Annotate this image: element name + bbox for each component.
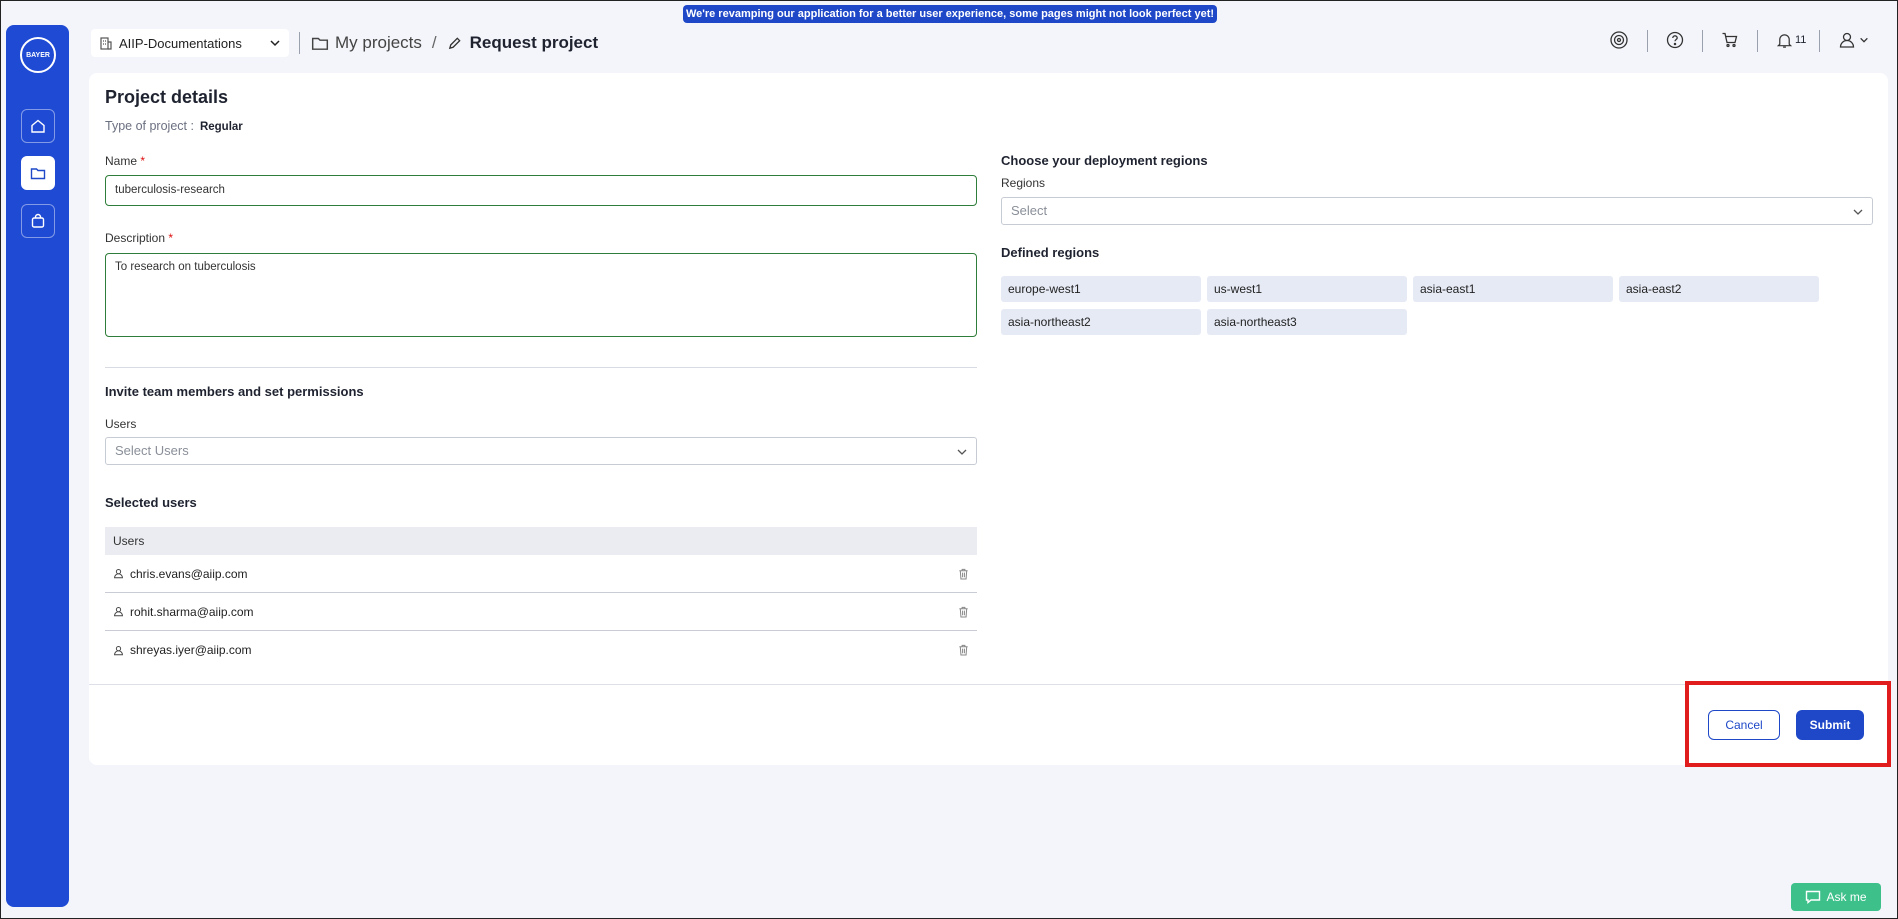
region-chip: us-west1 (1207, 276, 1407, 302)
announcement-banner: We're revamping our application for a be… (683, 5, 1217, 23)
table-row: shreyas.iyer@aiip.com (105, 631, 977, 669)
trash-icon[interactable] (958, 568, 969, 580)
region-chip: asia-northeast2 (1001, 309, 1201, 335)
home-icon (31, 119, 45, 133)
divider (1757, 30, 1758, 52)
selected-users-title: Selected users (105, 495, 197, 510)
divider (1819, 30, 1820, 52)
description-textarea[interactable]: To research on tuberculosis (105, 253, 977, 337)
settings-button[interactable] (1609, 29, 1629, 51)
description-label: Description * (105, 231, 173, 245)
regions-select[interactable]: Select (1001, 197, 1873, 225)
project-type-row: Type of project : Regular (105, 119, 243, 133)
sidebar-store-button[interactable] (21, 204, 55, 238)
regions-select-placeholder: Select (1011, 203, 1048, 218)
user-email: shreyas.iyer@aiip.com (130, 643, 252, 657)
region-chip: asia-east2 (1619, 276, 1819, 302)
cart-button[interactable] (1721, 29, 1739, 51)
ask-me-label: Ask me (1826, 890, 1867, 904)
building-icon (100, 37, 112, 50)
users-label: Users (105, 417, 137, 431)
shopping-bag-icon (31, 213, 45, 228)
table-row: rohit.sharma@aiip.com (105, 593, 977, 631)
project-details-card: Project details Type of project : Regular… (89, 73, 1888, 765)
defined-regions-title: Defined regions (1001, 245, 1100, 260)
notification-count: 11 (1795, 34, 1807, 46)
folder-icon (30, 168, 46, 180)
bell-icon (1776, 33, 1793, 48)
project-type-value: Regular (199, 121, 243, 133)
chevron-down-icon (1860, 37, 1868, 43)
footer-divider (89, 684, 1888, 685)
cart-icon (1722, 32, 1738, 48)
user-icon (114, 569, 123, 579)
table-row: chris.evans@aiip.com (105, 555, 977, 593)
help-icon (1666, 31, 1684, 49)
section-divider (105, 367, 977, 368)
user-icon (114, 645, 123, 655)
regions-section-title: Choose your deployment regions (1001, 153, 1208, 168)
user-email: rohit.sharma@aiip.com (130, 604, 254, 619)
project-type-label: Type of project : (105, 119, 194, 133)
required-mark: * (168, 231, 174, 245)
help-button[interactable] (1666, 29, 1684, 51)
name-label-text: Name (105, 154, 138, 168)
highlight-box (1685, 681, 1891, 767)
trash-icon[interactable] (958, 644, 969, 656)
name-label: Name * (105, 154, 145, 168)
region-chip: europe-west1 (1001, 276, 1201, 302)
trash-icon[interactable] (958, 606, 969, 618)
invite-section-title: Invite team members and set permissions (105, 384, 364, 399)
notifications-button[interactable]: 11 (1776, 29, 1806, 51)
page-title: Request project (469, 33, 599, 52)
breadcrumb: My projects / Request project (311, 29, 598, 57)
divider (1647, 30, 1648, 52)
user-email: chris.evans@aiip.com (130, 566, 248, 581)
user-icon (114, 607, 123, 617)
breadcrumb-separator: / (431, 33, 437, 52)
ask-me-button[interactable]: Ask me (1791, 883, 1881, 911)
users-select[interactable]: Select Users (105, 437, 977, 465)
breadcrumb-my-projects[interactable]: My projects (335, 33, 422, 53)
card-title: Project details (105, 87, 229, 107)
regions-label: Regions (1001, 176, 1046, 190)
sidebar: BAYER (6, 25, 69, 907)
sidebar-projects-button[interactable] (21, 156, 55, 190)
target-icon (1610, 31, 1628, 49)
pencil-icon (448, 36, 461, 49)
chevron-down-icon (270, 40, 280, 47)
name-input[interactable]: tuberculosis-research (105, 175, 977, 206)
divider (1702, 30, 1703, 52)
divider (299, 32, 300, 54)
users-table-header: Users (105, 527, 977, 555)
description-label-text: Description (105, 231, 166, 245)
chevron-down-icon (1853, 209, 1863, 215)
users-select-placeholder: Select Users (115, 443, 189, 458)
bayer-logo[interactable]: BAYER (20, 37, 56, 73)
region-chip: asia-northeast3 (1207, 309, 1407, 335)
required-mark: * (140, 154, 146, 168)
workspace-selector[interactable]: AIIP-Documentations (91, 29, 289, 57)
sidebar-home-button[interactable] (21, 109, 55, 143)
folder-icon (311, 37, 329, 50)
chat-icon (1806, 890, 1821, 904)
workspace-name: AIIP-Documentations (119, 35, 242, 51)
region-chip: asia-east1 (1413, 276, 1613, 302)
user-icon (1839, 32, 1855, 48)
user-menu-button[interactable] (1838, 29, 1869, 51)
chevron-down-icon (957, 449, 967, 455)
